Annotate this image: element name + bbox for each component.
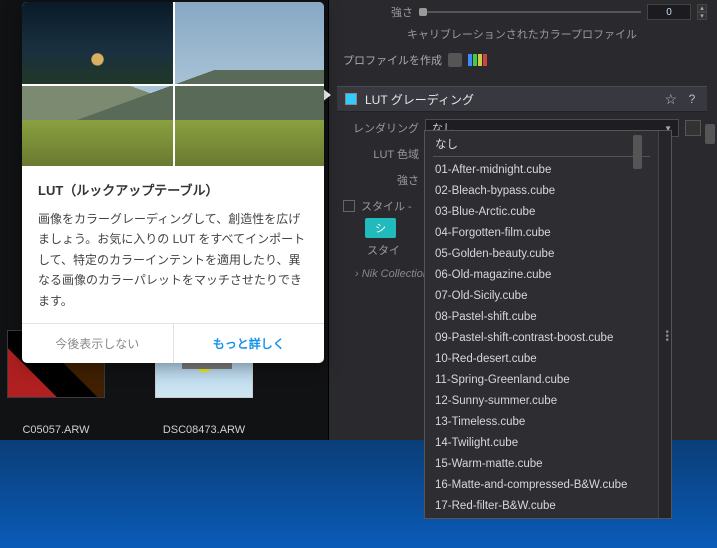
thumbnail-filename: DSC08473.ARW (163, 424, 245, 436)
strength-stepper[interactable]: ▴▾ (697, 4, 707, 20)
panel-scrollbar[interactable] (705, 124, 715, 144)
dropdown-item[interactable]: 15-Warm-matte.cube (425, 453, 658, 474)
strength-label: 強さ (337, 4, 413, 20)
rendering-label: レンダリング (343, 120, 419, 136)
dropdown-item[interactable]: 08-Pastel-shift.cube (425, 306, 658, 327)
favorite-star-icon[interactable]: ☆ (664, 91, 677, 108)
tooltip-learn-more-button[interactable]: もっと詳しく (174, 324, 325, 363)
sync-button[interactable]: シ (365, 218, 396, 238)
dropdown-item[interactable]: 11-Spring-Greenland.cube (425, 369, 658, 390)
tooltip-title: LUT（ルックアップテーブル） (38, 180, 308, 199)
strength-slider[interactable] (419, 11, 641, 13)
dropdown-scrollbar[interactable]: ••• (658, 131, 671, 518)
dropdown-item[interactable]: 09-Pastel-shift-contrast-boost.cube (425, 327, 658, 348)
dropdown-item[interactable]: 01-After-midnight.cube (425, 159, 658, 180)
dropdown-item[interactable]: 12-Sunny-summer.cube (425, 390, 658, 411)
tooltip-hero-image (22, 2, 324, 166)
more-indicator-icon: ••• (665, 331, 669, 343)
section-title: LUT グレーディング (365, 91, 656, 108)
create-profile-link[interactable]: プロファイルを作成 (343, 52, 442, 68)
dropdown-item[interactable]: 16-Matte-and-compressed-B&W.cube (425, 474, 658, 495)
tooltip-dont-show-button[interactable]: 今後表示しない (22, 324, 174, 363)
calibrated-profile-label: キャリブレーションされたカラープロファイル (337, 26, 707, 42)
dropdown-item[interactable]: 02-Bleach-bypass.cube (425, 180, 658, 201)
scrollbar-thumb[interactable] (633, 135, 642, 169)
lut-tooltip-card: LUT（ルックアップテーブル） 画像をカラーグレーディングして、創造性を広げまし… (22, 2, 324, 363)
help-icon[interactable]: ? (685, 92, 699, 106)
dropdown-item[interactable]: 06-Old-magazine.cube (425, 264, 658, 285)
section-enable-checkbox[interactable] (345, 93, 357, 105)
color-swatches-icon[interactable] (468, 54, 487, 66)
dropdown-item[interactable]: 04-Forgotten-film.cube (425, 222, 658, 243)
dropdown-item[interactable]: 14-Twilight.cube (425, 432, 658, 453)
dropdown-separator (433, 156, 650, 157)
style-label: スタイル - (361, 198, 412, 214)
lut-grading-section-header[interactable]: LUT グレーディング ☆ ? (337, 86, 707, 112)
dropdown-item[interactable]: 03-Blue-Arctic.cube (425, 201, 658, 222)
strength2-label: 強さ (343, 172, 419, 188)
dropdown-item-none[interactable]: なし (425, 133, 658, 154)
profile-chip-icon[interactable] (448, 53, 462, 67)
dropdown-item[interactable]: 10-Red-desert.cube (425, 348, 658, 369)
strength-value[interactable]: 0 (647, 4, 691, 20)
lut-gamut-label: LUT 色域 (343, 146, 419, 162)
dropdown-item[interactable]: 13-Timeless.cube (425, 411, 658, 432)
thumbnail-filename: C05057.ARW (22, 424, 89, 436)
dropdown-item[interactable]: 07-Old-Sicily.cube (425, 285, 658, 306)
style-checkbox[interactable] (343, 200, 355, 212)
tooltip-body: 画像をカラーグレーディングして、創造性を広げましょう。お気に入りの LUT をす… (38, 209, 308, 311)
dropdown-item[interactable]: 05-Golden-beauty.cube (425, 243, 658, 264)
lut-dropdown-list[interactable]: なし 01-After-midnight.cube 02-Bleach-bypa… (424, 130, 672, 519)
dropdown-item[interactable]: 17-Red-filter-B&W.cube (425, 495, 658, 516)
reset-rendering-button[interactable] (685, 120, 701, 136)
